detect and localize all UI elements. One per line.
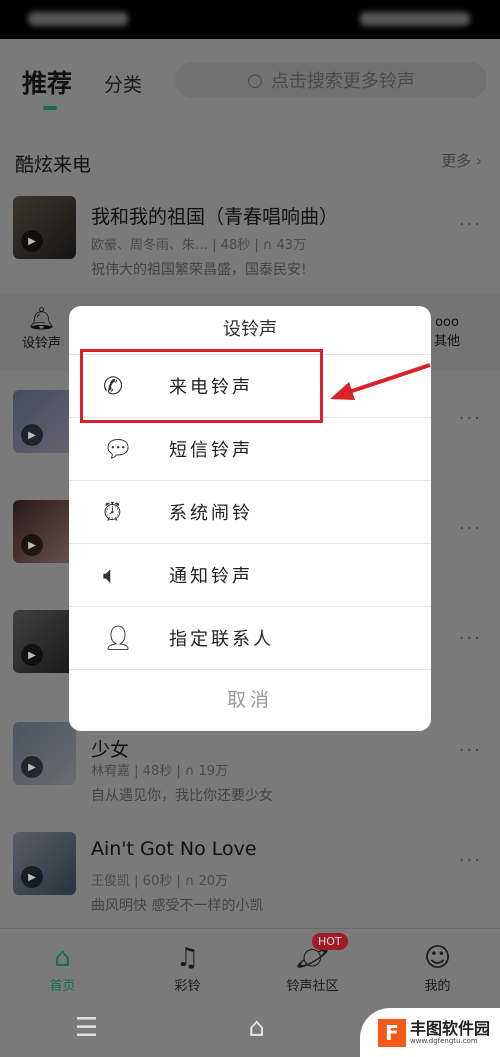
more-options-icon[interactable]: ··· bbox=[459, 408, 482, 429]
search-placeholder: 点击搜索更多铃声 bbox=[270, 71, 415, 92]
home-icon: ⌂ bbox=[54, 943, 71, 973]
more-options-icon[interactable]: ··· bbox=[459, 740, 482, 761]
red-arrow bbox=[330, 363, 431, 400]
more-options-icon[interactable]: ··· bbox=[459, 214, 482, 235]
cancel-button[interactable]: 取消 bbox=[69, 669, 431, 731]
search-icon: ○ bbox=[247, 69, 263, 91]
song-meta: 欧豪、周冬雨、朱… | 48秒 | ∩ 43万 bbox=[91, 238, 307, 253]
play-icon[interactable]: ▶ bbox=[21, 534, 43, 556]
play-icon[interactable]: ▶ bbox=[21, 644, 43, 666]
headphone-icon: ∩ bbox=[262, 238, 273, 253]
tab-recommend[interactable]: 推荐 bbox=[22, 64, 72, 100]
play-icon[interactable]: ▶ bbox=[21, 424, 43, 446]
watermark-logo: F 丰图软件园 www.dgfengtu.com bbox=[360, 1008, 500, 1057]
play-icon[interactable]: ▶ bbox=[21, 230, 43, 252]
more-options-icon[interactable]: ··· bbox=[459, 850, 482, 871]
more-link[interactable]: 更多 › bbox=[441, 150, 482, 171]
message-icon: 💬︎ bbox=[103, 435, 137, 463]
status-bar bbox=[0, 0, 500, 39]
option-alarm[interactable]: ⏰︎ 系统闹铃 bbox=[69, 480, 431, 543]
play-icon[interactable]: ▶ bbox=[21, 866, 43, 888]
song-meta: 王俊凯 | 60秒 | ∩ 20万 bbox=[91, 874, 229, 889]
list-item[interactable]: ▶ 我和我的祖国（青春唱响曲） 欧豪、周冬雨、朱… | 48秒 | ∩ 43万 … bbox=[0, 196, 500, 306]
song-title: 我和我的祖国（青春唱响曲） bbox=[91, 206, 339, 228]
option-contact[interactable]: 👤︎ 指定联系人 bbox=[69, 606, 431, 669]
music-note-icon: ♫ bbox=[175, 943, 200, 973]
home-button-icon[interactable]: ⌂ bbox=[248, 1013, 265, 1043]
option-notification[interactable]: 🔈︎ 通知铃声 bbox=[69, 543, 431, 606]
bottom-nav: ⌂ 首页 ♫ 彩铃 🪐︎ 铃声社区 HOT ☺ 我的 bbox=[0, 928, 500, 998]
nav-home[interactable]: ⌂ 首页 bbox=[0, 929, 125, 998]
option-sms[interactable]: 💬︎ 短信铃声 bbox=[69, 417, 431, 480]
song-meta: 林宥嘉 | 48秒 | ∩ 19万 bbox=[91, 764, 229, 779]
bell-icon: 🔔︎ bbox=[27, 307, 56, 332]
list-item[interactable]: ▶ 少女 林宥嘉 | 48秒 | ∩ 19万 自从遇见你，我比你还要少女 ··· bbox=[0, 722, 500, 832]
search-input[interactable]: ○ 点击搜索更多铃声 bbox=[175, 62, 487, 98]
speaker-icon: 🔈︎ bbox=[103, 561, 121, 589]
section-title: 酷炫来电 bbox=[15, 154, 92, 176]
thumbnail: ▶ bbox=[13, 196, 76, 259]
list-item[interactable]: ▶ Ain't Got No Love 王俊凯 | 60秒 | ∩ 20万 曲风… bbox=[0, 832, 500, 942]
more-icon: ooo bbox=[435, 315, 459, 330]
other-action[interactable]: ooo 其他 bbox=[434, 315, 460, 349]
nav-mine[interactable]: ☺ 我的 bbox=[375, 929, 500, 998]
more-options-icon[interactable]: ··· bbox=[459, 628, 482, 649]
nav-community[interactable]: 🪐︎ 铃声社区 HOT bbox=[250, 929, 375, 998]
song-desc: 自从遇见你，我比你还要少女 bbox=[91, 788, 273, 804]
more-options-icon[interactable]: ··· bbox=[459, 518, 482, 539]
song-title: Ain't Got No Love bbox=[91, 838, 257, 860]
headphone-icon: ∩ bbox=[184, 764, 195, 779]
song-title: 少女 bbox=[91, 739, 130, 761]
active-tab-indicator bbox=[43, 106, 57, 110]
headphone-icon: ∩ bbox=[184, 874, 195, 889]
dialog-title: 设铃声 bbox=[223, 319, 277, 340]
nav-color-ring[interactable]: ♫ 彩铃 bbox=[125, 929, 250, 998]
alarm-clock-icon: ⏰︎ bbox=[103, 498, 125, 526]
song-desc: 曲风明快 感受不一样的小凯 bbox=[91, 898, 264, 914]
tab-category[interactable]: 分类 bbox=[104, 70, 142, 97]
add-contact-icon: 👤︎ bbox=[103, 624, 137, 652]
hot-badge: HOT bbox=[312, 933, 348, 950]
song-desc: 祝伟大的祖国繁荣昌盛，国泰民安! bbox=[91, 262, 307, 278]
user-icon: ☺ bbox=[423, 943, 452, 973]
highlight-box bbox=[80, 349, 323, 423]
menu-icon[interactable]: ☰ bbox=[75, 1013, 98, 1043]
play-icon[interactable]: ▶ bbox=[21, 756, 43, 778]
set-ringtone-action[interactable]: 🔔︎ 设铃声 bbox=[22, 307, 61, 351]
